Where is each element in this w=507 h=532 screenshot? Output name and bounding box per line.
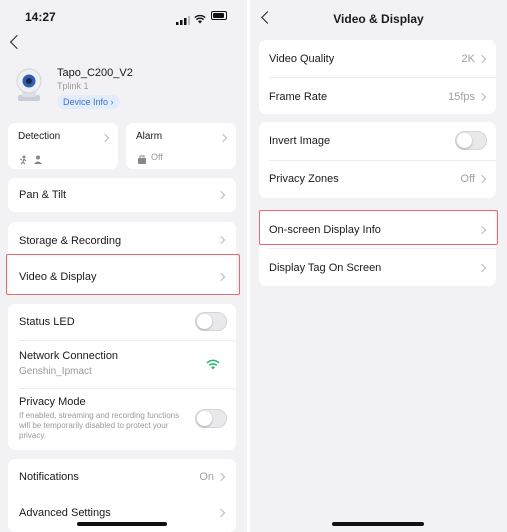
alarm-value: Off <box>151 152 163 162</box>
wifi-signal-icon <box>206 357 220 375</box>
chevron-right-icon <box>477 263 487 273</box>
status-led-toggle[interactable] <box>195 312 227 331</box>
selection-highlight <box>259 210 498 245</box>
chevron-right-icon <box>216 472 226 482</box>
video-quality-row[interactable]: Video Quality 2K <box>259 40 496 77</box>
image-settings-group: Invert Image Privacy Zones Off <box>259 122 496 198</box>
notifications-row[interactable]: Notifications On <box>8 459 236 495</box>
privacy-zones-row[interactable]: Privacy Zones Off <box>259 160 496 198</box>
camera-settings-panel: 14:27 Tapo_C200_V2 Tplink 1 Device Info … <box>0 0 247 532</box>
signal-icon <box>176 12 190 30</box>
chevron-right-icon <box>477 174 487 184</box>
device-model: Tplink 1 <box>57 81 89 91</box>
wifi-status-icon <box>194 11 206 29</box>
pan-tilt-row[interactable]: Pan & Tilt <box>8 178 236 212</box>
storage-recording-row[interactable]: Storage & Recording <box>8 222 236 258</box>
pan-tilt-label: Pan & Tilt <box>19 189 67 201</box>
alarm-icon <box>137 152 147 170</box>
frame-rate-label: Frame Rate <box>269 91 328 103</box>
video-quality-label: Video Quality <box>269 53 335 65</box>
motion-person-icon <box>19 152 43 170</box>
invert-image-toggle[interactable] <box>455 131 487 150</box>
video-display-panel: Video & Display Video Quality 2K Frame R… <box>250 0 507 532</box>
privacy-zones-value: Off <box>460 173 475 185</box>
back-button[interactable] <box>9 34 25 50</box>
privacy-mode-description: If enabled, streaming and recording func… <box>19 411 180 440</box>
advanced-settings-label: Advanced Settings <box>19 507 111 519</box>
network-ssid: Genshin_Ipmact <box>19 366 92 377</box>
device-options-group: Status LED Network Connection Genshin_Ip… <box>8 304 236 450</box>
battery-icon <box>211 11 227 20</box>
chevron-right-icon <box>216 190 226 200</box>
home-indicator <box>332 522 424 526</box>
chevron-right-icon <box>216 235 226 245</box>
home-indicator <box>77 522 167 526</box>
chevron-right-icon <box>477 54 487 64</box>
camera-avatar-icon <box>14 67 44 108</box>
chevron-right-icon <box>477 92 487 102</box>
privacy-mode-label: Privacy Mode <box>19 396 86 408</box>
alarm-label: Alarm <box>136 131 163 142</box>
notifications-label: Notifications <box>19 471 79 483</box>
video-quality-value: 2K <box>461 53 475 65</box>
privacy-mode-toggle[interactable] <box>195 409 227 428</box>
display-tag-row[interactable]: Display Tag On Screen <box>259 248 496 286</box>
status-time: 14:27 <box>25 10 56 24</box>
network-connection-label: Network Connection <box>19 350 119 362</box>
invert-image-label: Invert Image <box>269 135 331 147</box>
detection-label: Detection <box>18 131 61 142</box>
device-name: Tapo_C200_V2 <box>57 67 133 79</box>
page-title: Video & Display <box>333 12 424 26</box>
chevron-right-icon <box>218 133 228 143</box>
frame-rate-value: 15fps <box>448 91 475 103</box>
device-info-button[interactable]: Device Info › <box>57 95 120 109</box>
alarm-card[interactable]: Alarm Off <box>126 123 236 169</box>
frame-rate-row[interactable]: Frame Rate 15fps <box>259 77 496 114</box>
status-led-label: Status LED <box>19 316 75 328</box>
chevron-right-icon <box>216 508 226 518</box>
chevron-right-icon <box>100 133 110 143</box>
selection-highlight <box>6 254 240 295</box>
display-tag-label: Display Tag On Screen <box>269 262 382 274</box>
notifications-value: On <box>199 471 214 483</box>
device-info-label: Device Info <box>63 97 109 107</box>
detection-card[interactable]: Detection <box>8 123 118 169</box>
storage-recording-label: Storage & Recording <box>19 235 122 247</box>
advanced-settings-row[interactable]: Advanced Settings <box>8 497 236 532</box>
privacy-zones-label: Privacy Zones <box>269 173 339 185</box>
video-settings-group: Video Quality 2K Frame Rate 15fps <box>259 40 496 114</box>
